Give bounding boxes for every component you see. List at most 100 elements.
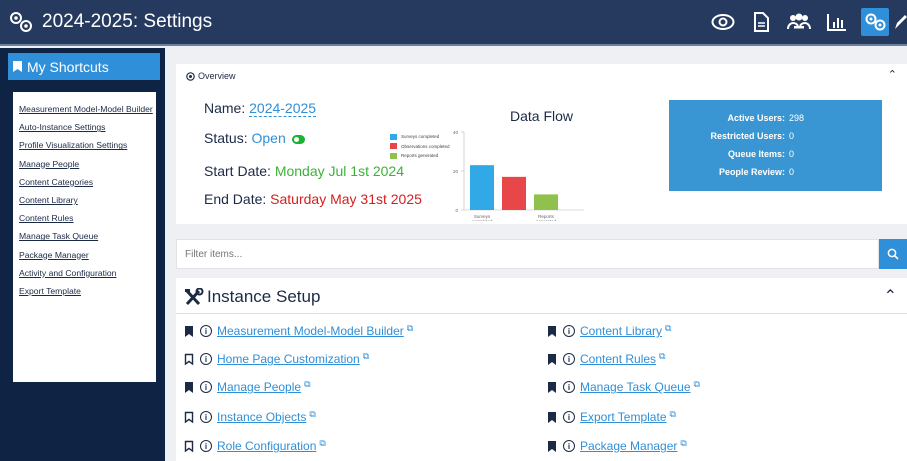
bookmark-filled-icon[interactable]: [547, 411, 557, 424]
legend-label: Reports generated: [401, 153, 439, 159]
name-value[interactable]: 2024-2025: [249, 100, 317, 117]
setup-link[interactable]: Export Template: [580, 410, 667, 424]
shortcut-link[interactable]: Manage People: [13, 155, 156, 173]
shortcuts-heading[interactable]: My Shortcuts: [8, 53, 160, 80]
start-date-row: Start Date: Monday Jul 1st 2024: [204, 163, 404, 179]
status-toggle[interactable]: [291, 134, 305, 144]
shortcut-link[interactable]: Content Categories: [13, 173, 156, 191]
stat-people-review: People Review: 0: [669, 167, 882, 177]
document-icon[interactable]: [747, 8, 775, 36]
end-date-label: End Date:: [204, 191, 267, 207]
setup-item: i Home Page Customization ⧉: [184, 351, 369, 367]
info-icon[interactable]: i: [200, 353, 212, 365]
info-icon[interactable]: i: [563, 411, 575, 423]
collapse-overview-icon[interactable]: ⌃: [888, 68, 897, 81]
setup-item: i Manage People ⧉: [184, 379, 311, 395]
sidebar: My Shortcuts Measurement Model-Model Bui…: [0, 48, 165, 461]
info-icon[interactable]: i: [200, 381, 212, 393]
bookmark-filled-icon[interactable]: [547, 440, 557, 453]
legend-item: Observations completed: [390, 142, 450, 152]
y-tick-label: 0: [455, 208, 458, 213]
bar-0: [470, 165, 494, 210]
shortcut-link[interactable]: Content Library: [13, 191, 156, 209]
legend-item: Reports generated: [390, 151, 450, 161]
setup-link[interactable]: Manage People: [217, 380, 301, 394]
info-icon[interactable]: i: [200, 440, 212, 452]
shortcut-link[interactable]: Measurement Model-Model Builder: [13, 100, 156, 118]
bookmark-filled-icon[interactable]: [547, 325, 557, 338]
external-link-icon: ⧉: [665, 322, 672, 333]
shortcuts-heading-label: My Shortcuts: [27, 58, 109, 75]
setup-link[interactable]: Measurement Model-Model Builder: [217, 324, 404, 338]
header-toolbar: [699, 8, 907, 36]
target-icon: [186, 71, 195, 81]
stat-label: People Review:: [718, 167, 785, 177]
shortcut-link[interactable]: Activity and Configuration: [13, 264, 156, 282]
filter-input[interactable]: [176, 239, 879, 269]
tools-icon: [185, 287, 204, 305]
y-tick-label: 40: [453, 130, 459, 135]
search-button[interactable]: [879, 239, 907, 269]
info-icon[interactable]: i: [563, 353, 575, 365]
bookmark-outline-icon[interactable]: [184, 353, 194, 366]
bookmark-filled-icon[interactable]: [184, 381, 194, 394]
info-icon[interactable]: i: [200, 325, 212, 337]
legend-label: Observations completed: [401, 143, 450, 149]
status-value: Open: [251, 130, 286, 146]
bookmark-filled-icon[interactable]: [184, 325, 194, 338]
info-icon[interactable]: i: [200, 411, 212, 423]
shortcut-link[interactable]: Content Rules: [13, 209, 156, 227]
shortcut-link[interactable]: Export Template: [13, 282, 156, 300]
legend-swatch: [390, 133, 397, 140]
stat-label: Restricted Users:: [710, 131, 785, 141]
bar-chart-icon[interactable]: [823, 8, 851, 36]
bookmark-filled-icon[interactable]: [547, 353, 557, 366]
bookmark-outline-icon[interactable]: [184, 440, 194, 453]
setup-link[interactable]: Instance Objects: [217, 410, 306, 424]
legend-item: Surveys completed: [390, 132, 450, 142]
external-link-icon: ⧉: [309, 408, 316, 419]
shortcut-link[interactable]: Package Manager: [13, 246, 156, 264]
pencil-icon[interactable]: [893, 8, 907, 36]
setup-item: i Package Manager ⧉: [547, 438, 687, 454]
bookmark-filled-icon[interactable]: [547, 381, 557, 394]
info-icon[interactable]: i: [563, 381, 575, 393]
bar-1: [502, 176, 526, 210]
setup-link[interactable]: Home Page Customization: [217, 352, 360, 366]
stat-active-users: Active Users: 298: [669, 113, 882, 123]
shortcut-link[interactable]: Auto-Instance Settings: [13, 118, 156, 136]
chart-title: Data Flow: [510, 108, 574, 124]
status-row: Status: Open: [204, 130, 305, 146]
people-icon[interactable]: [785, 8, 813, 36]
end-date-row: End Date: Saturday May 31st 2025: [204, 191, 422, 207]
bookmark-outline-icon[interactable]: [184, 411, 194, 424]
external-link-icon: ⧉: [362, 350, 370, 361]
settings-gears-icon[interactable]: [861, 8, 889, 36]
instance-setup-panel: Instance Setup ⌃ i Measurement Model-Mode…: [176, 278, 907, 461]
info-icon[interactable]: i: [563, 325, 575, 337]
setup-item: i Content Rules ⧉: [547, 351, 665, 367]
setup-link[interactable]: Role Configuration: [217, 439, 316, 453]
setup-link[interactable]: Content Library: [580, 324, 662, 338]
setup-link[interactable]: Content Rules: [580, 352, 656, 366]
collapse-setup-icon[interactable]: ⌃: [884, 286, 897, 306]
setup-link[interactable]: Package Manager: [580, 439, 677, 453]
setup-item: i Export Template ⧉: [547, 409, 676, 425]
overview-label: Overview: [186, 71, 236, 81]
divider: [176, 313, 907, 314]
shortcut-link[interactable]: Profile Visualization Settings: [13, 136, 156, 154]
setup-item: i Manage Task Queue ⧉: [547, 379, 700, 395]
chart-legend: Surveys completed Observations completed…: [390, 132, 450, 161]
external-link-icon: ⧉: [304, 378, 311, 389]
legend-label: Surveys completed: [401, 134, 440, 140]
setup-title: Instance Setup: [184, 287, 320, 307]
header-title-group: 2024-2025: Settings: [8, 10, 212, 34]
setup-link[interactable]: Manage Task Queue: [580, 380, 691, 394]
shortcut-link[interactable]: Manage Task Queue: [13, 227, 156, 245]
status-label: Status:: [204, 130, 248, 146]
setup-item: i Role Configuration ⧉: [184, 438, 326, 454]
eye-icon[interactable]: [709, 8, 737, 36]
stat-label: Queue Items:: [727, 149, 785, 159]
stats-panel: Active Users: 298 Restricted Users: 0 Qu…: [669, 100, 882, 191]
info-icon[interactable]: i: [563, 440, 575, 452]
